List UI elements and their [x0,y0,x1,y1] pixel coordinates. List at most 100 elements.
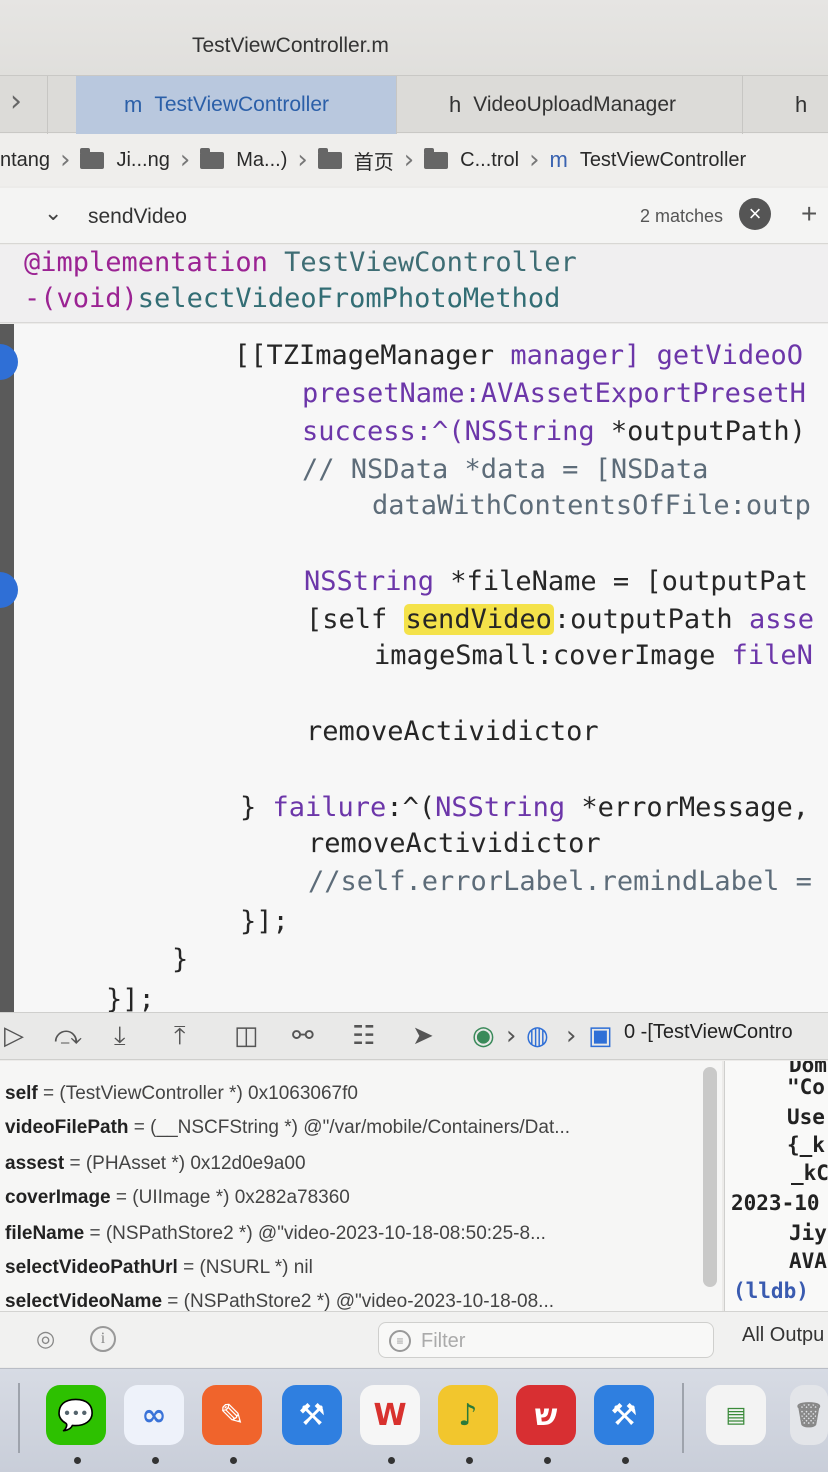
breakpoint-marker[interactable] [0,572,18,608]
chevron-right-icon: › [506,1021,517,1051]
code-line: } failure:^(NSString *errorMessage, [240,792,809,823]
find-bar: ⌄ sendVideo 2 matches × + [0,188,828,244]
code-line: imageSmall:coverImage fileN [374,640,813,671]
dock-separator [682,1383,684,1453]
debug-view-hierarchy-icon[interactable]: ◫ [234,1021,259,1051]
running-indicator [152,1457,159,1464]
chevron-right-icon: › [60,145,71,175]
code-comment: // NSData *data = [NSData [302,454,709,485]
match-count: 2 matches [640,206,724,226]
tab-header-file[interactable]: h [742,76,828,134]
header-file-icon: h [449,92,462,117]
breadcrumb-item-file[interactable]: m TestViewController [549,147,746,173]
dock: 💬 ∞ ✎ ⚒ W ♪ ש ⚒ ▤ 🗑 [0,1368,828,1472]
code-line: success:^(NSString *outputPath) [302,416,806,447]
code-line: presetName:AVAssetExportPresetH [302,378,806,409]
step-over-icon[interactable]: ⤼ [54,1021,82,1052]
stack-frame-icon[interactable]: ▣ [588,1021,613,1051]
tab-label: VideoUploadManager [473,93,677,116]
code-line: removeActividictor [308,828,601,859]
wechat-icon[interactable]: 💬 [46,1385,106,1445]
variable-row[interactable]: videoFilePath = (__NSCFString *) @"/var/… [5,1117,570,1139]
tab-videouploadmanager-h[interactable]: h VideoUploadManager [396,76,741,134]
variables-scrollbar[interactable] [703,1067,717,1287]
breakpoint-marker[interactable] [0,344,18,380]
music-app-icon[interactable]: ♪ [438,1385,498,1445]
memory-graph-icon[interactable]: ⚯ [292,1021,314,1051]
app-target-icon[interactable]: ◉ [472,1021,495,1051]
console-line: "Co [787,1075,825,1099]
console-line: Use [787,1105,825,1129]
variable-row[interactable]: self = (TestViewController *) 0x1063067f… [5,1083,358,1105]
breadcrumb-item-controller-group[interactable]: C...trol › [424,145,549,175]
clear-search-button[interactable]: × [739,198,771,230]
code-line: }]; [240,906,289,937]
folder-icon [80,147,105,169]
chevron-right-icon: › [179,145,191,175]
window-titlebar: TestViewController.m [0,0,828,75]
step-out-icon[interactable]: ⤒ [174,1021,186,1052]
variable-row[interactable]: coverImage = (UIImage *) 0x282a78360 [5,1187,350,1209]
chevron-right-icon: › [10,84,22,119]
tab-testviewcontroller-m[interactable]: m TestViewController [76,76,396,134]
breadcrumb-item-home[interactable]: 首页 › [317,145,424,175]
lldb-prompt: (lldb) [733,1279,809,1303]
wps-icon[interactable]: W [360,1385,420,1445]
breadcrumb-item-group2[interactable]: Ma...) › [200,145,318,175]
folder-icon [424,147,449,169]
code-comment: //self.errorLabel.remindLabel = [308,866,812,897]
red-app-icon[interactable]: ש [516,1385,576,1445]
pen-app-icon[interactable]: ✎ [202,1385,262,1445]
find-options-chevron-icon[interactable]: ⌄ [44,200,62,226]
folder-icon [317,147,342,169]
continue-icon[interactable]: ▷ [4,1021,24,1051]
code-line: }]; [106,984,155,1014]
console-output[interactable]: Dom "Co Use {_k _kC 2023-10 Jiy AVA (lld… [724,1061,828,1311]
code-line: removeActividictor [306,716,599,747]
eye-icon[interactable]: ◎ [36,1326,55,1352]
filter-input[interactable]: ≡ Filter [378,1322,714,1358]
tab-label: TestViewController [154,93,330,116]
baidu-netdisk-icon[interactable]: ∞ [124,1385,184,1445]
code-editor[interactable]: [[TZImageManager manager] getVideoO pres… [0,324,828,1014]
console-line: 2023-10 [731,1191,820,1215]
editor-gutter[interactable] [0,324,14,1014]
filter-placeholder: Filter [421,1330,466,1352]
code-scope-header: @implementation TestViewController -(voi… [0,245,828,323]
output-selector[interactable]: All Outpu [742,1324,824,1347]
xcode-instruments-icon[interactable]: ⚒ [282,1385,342,1445]
simulate-location-icon[interactable]: ➤ [412,1021,434,1051]
running-indicator [544,1457,551,1464]
find-input[interactable]: sendVideo [88,205,187,229]
variable-row[interactable]: selectVideoPathUrl = (NSURL *) nil [5,1257,313,1279]
running-indicator [466,1457,473,1464]
scope-line-method[interactable]: -(void)selectVideoFromPhotoMethod [24,283,560,314]
tab-overflow-button[interactable]: › [0,76,48,134]
variable-row[interactable]: fileName = (NSPathStore2 *) @"video-2023… [5,1223,546,1245]
running-indicator [74,1457,81,1464]
chevron-right-icon: › [403,145,415,175]
console-line: {_k [787,1133,825,1157]
variables-view[interactable]: self = (TestViewController *) 0x1063067f… [0,1061,722,1313]
breadcrumb-item-group1[interactable]: Ji...ng › [80,145,200,175]
trash-icon[interactable]: 🗑 [790,1385,828,1445]
stack-frame-label[interactable]: 0 -[TestViewContro [624,1021,793,1044]
filter-icon: ≡ [389,1330,411,1352]
code-line: NSString *fileName = [outputPat [304,566,808,597]
thread-icon[interactable]: ◍ [526,1021,549,1051]
breadcrumb-item-project[interactable]: ntang › [0,145,80,175]
info-icon[interactable]: i [90,1326,116,1352]
step-into-icon[interactable]: ⤓ [114,1021,126,1052]
environment-overrides-icon[interactable]: ☷ [352,1021,375,1051]
running-indicator [388,1457,395,1464]
downloads-stack-icon[interactable]: ▤ [706,1385,766,1445]
folder-icon [200,147,225,169]
variable-row[interactable]: assest = (PHAsset *) 0x12d0e9a00 [5,1153,306,1175]
console-line: AVA [789,1249,827,1273]
debug-toolbar: ▷ ⤼ ⤓ ⤒ ◫ ⚯ ☷ ➤ ◉ › ◍ › ▣ 0 -[TestViewCo… [0,1012,828,1060]
variable-row[interactable]: selectVideoName = (NSPathStore2 *) @"vid… [5,1291,554,1313]
xcode-icon[interactable]: ⚒ [594,1385,654,1445]
add-find-option-button[interactable]: + [801,198,817,230]
header-file-icon: h [795,92,808,117]
code-line: } [172,944,189,975]
